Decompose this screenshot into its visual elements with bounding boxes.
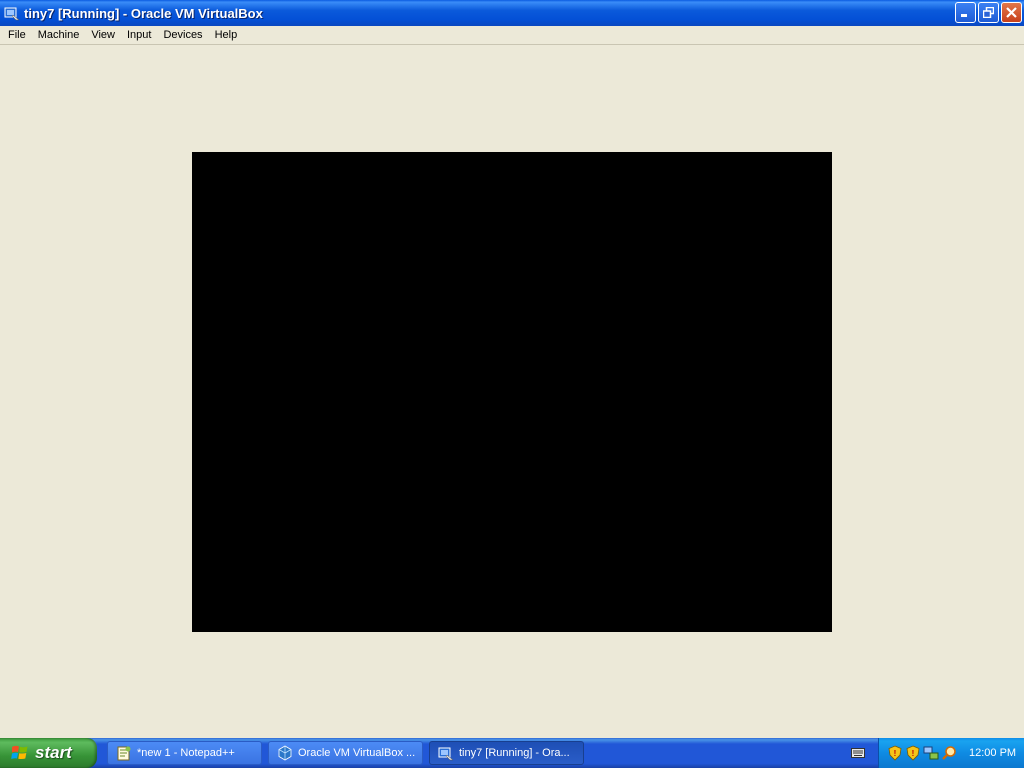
menu-bar: File Machine View Input Devices Help <box>0 26 1024 45</box>
svg-text:!: ! <box>912 749 915 758</box>
close-button[interactable] <box>1001 2 1022 23</box>
taskbar-item-label: Oracle VM VirtualBox ... <box>298 747 416 759</box>
taskbar-item-label: *new 1 - Notepad++ <box>137 747 235 759</box>
virtualbox-icon <box>278 745 292 761</box>
taskbar-item-virtualbox-manager[interactable]: Oracle VM VirtualBox ... <box>268 741 423 765</box>
menu-file[interactable]: File <box>2 26 32 45</box>
virtualbox-vm-icon <box>4 7 20 21</box>
menu-view[interactable]: View <box>85 26 121 45</box>
menu-help[interactable]: Help <box>209 26 244 45</box>
notepad-plus-plus-icon <box>117 746 131 761</box>
taskbar-item-label: tiny7 [Running] - Ora... <box>459 747 570 759</box>
minimize-icon <box>961 14 967 17</box>
menu-machine[interactable]: Machine <box>32 26 86 45</box>
keyboard-icon[interactable] <box>851 747 865 759</box>
menu-input[interactable]: Input <box>121 26 157 45</box>
taskbar-item-notepad[interactable]: *new 1 - Notepad++ <box>107 741 262 765</box>
menu-devices[interactable]: Devices <box>157 26 208 45</box>
vm-display[interactable] <box>192 152 832 632</box>
svg-text:!: ! <box>894 749 897 758</box>
window-controls <box>955 2 1022 23</box>
system-tray: ! ! 12:00 PM <box>878 738 1024 768</box>
close-icon <box>1006 7 1017 18</box>
search-icon[interactable] <box>941 745 957 761</box>
windows-logo-icon <box>11 745 28 760</box>
window-titlebar[interactable]: tiny7 [Running] - Oracle VM VirtualBox <box>0 0 1024 26</box>
start-label: start <box>35 743 72 762</box>
minimize-button[interactable] <box>955 2 976 23</box>
security-shield-icon[interactable]: ! <box>887 745 903 761</box>
restore-button[interactable] <box>978 2 999 23</box>
restore-icon <box>983 7 994 18</box>
window-title: tiny7 [Running] - Oracle VM VirtualBox <box>24 5 263 21</box>
security-shield-icon[interactable]: ! <box>905 745 921 761</box>
taskbar-item-tiny7-vm[interactable]: tiny7 [Running] - Ora... <box>429 741 584 765</box>
network-icon[interactable] <box>923 745 939 761</box>
virtualbox-vm-icon <box>438 747 454 761</box>
start-button[interactable]: start <box>0 738 97 768</box>
taskbar: start *new 1 - Notepad++ Oracle VM Virtu… <box>0 738 1024 768</box>
clock[interactable]: 12:00 PM <box>969 747 1016 759</box>
